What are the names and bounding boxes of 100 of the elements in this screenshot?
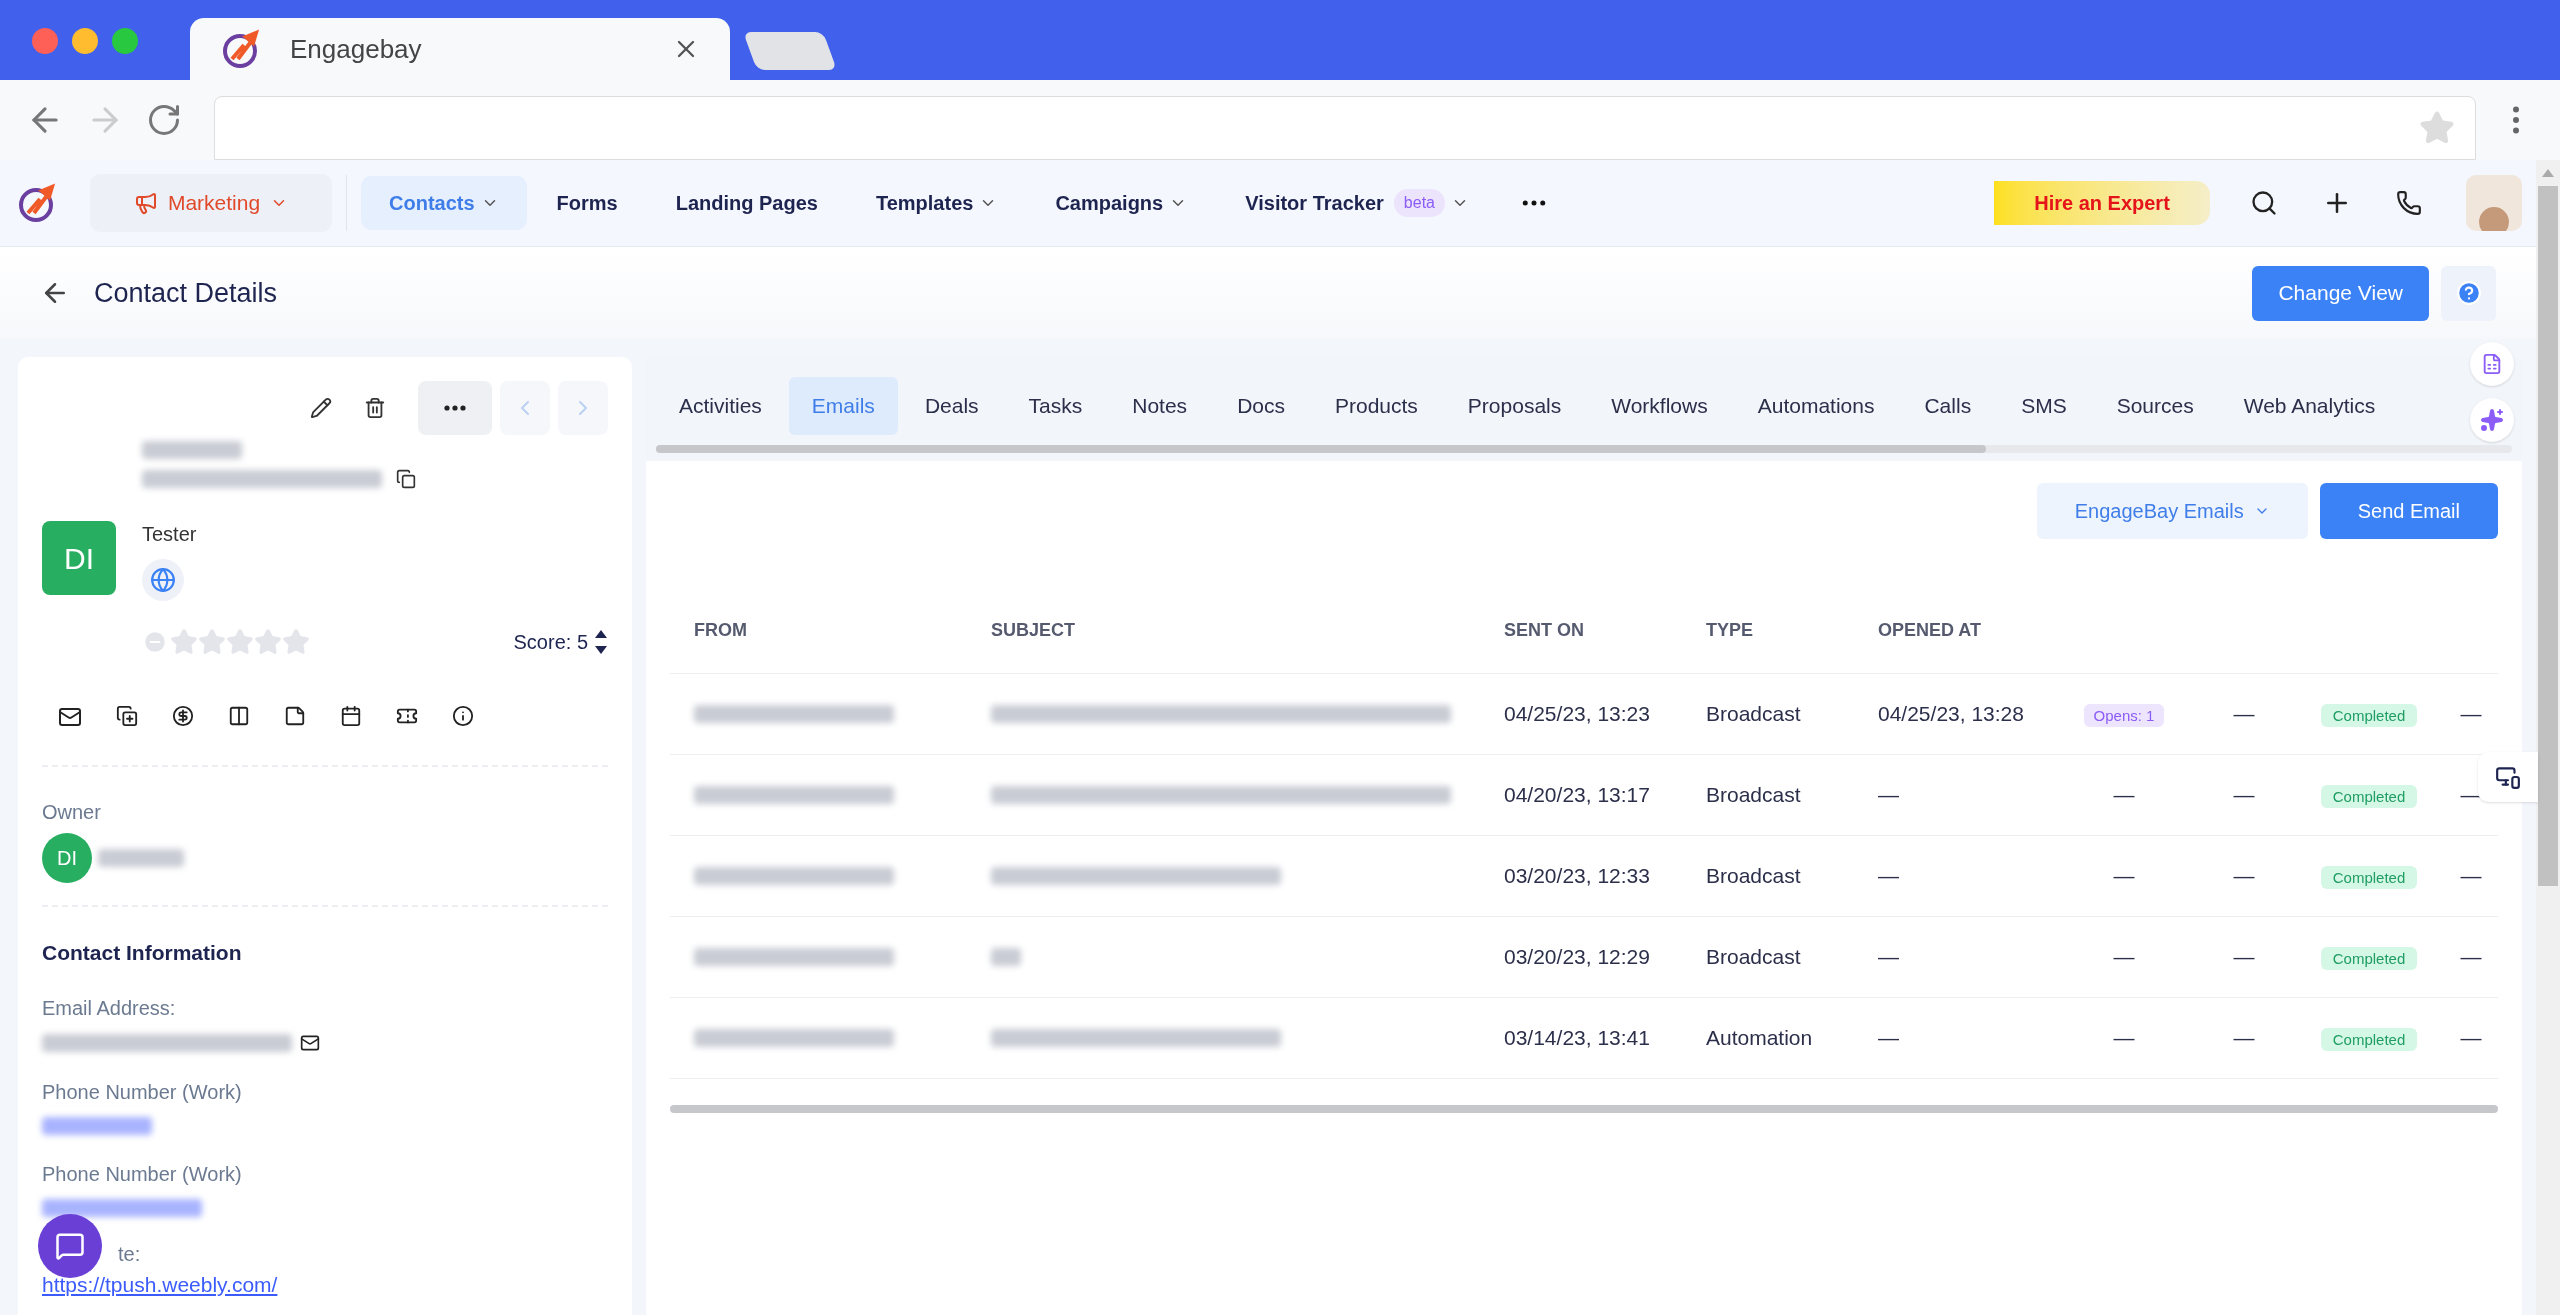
opened-at-cell: 04/25/23, 13:28 (1878, 701, 2024, 725)
detail-tab[interactable]: Automations (1734, 377, 1898, 435)
column-header: SENT ON (1504, 620, 1584, 641)
column-header: SUBJECT (991, 620, 1075, 641)
detail-tab[interactable]: Web Analytics (2220, 377, 2399, 435)
table-cell: — (2460, 1025, 2482, 1049)
globe-icon[interactable] (150, 567, 176, 593)
sent-on-cell: 03/20/23, 12:29 (1504, 944, 1650, 968)
rating-star[interactable] (282, 628, 310, 656)
type-cell: Broadcast (1706, 944, 1801, 968)
field-label: Phone Number (Work) (42, 1079, 242, 1105)
detail-tab[interactable]: Activities (656, 377, 785, 435)
score-stepper-icon[interactable] (594, 628, 608, 656)
more-icon (444, 405, 466, 411)
table-cell: — (2460, 944, 2482, 968)
rating-star[interactable] (254, 628, 282, 656)
table-cell: — (2233, 782, 2255, 806)
nav-item[interactable]: Visitor Tracker beta (1217, 176, 1497, 230)
opens-badge: Opens: 1 (2083, 703, 2165, 727)
opened-at-cell: — (1878, 782, 1899, 806)
opened-at-cell: — (1878, 863, 1899, 887)
nav-item[interactable]: Campaigns (1027, 176, 1216, 230)
owner-avatar: DI (42, 833, 92, 883)
rating-star[interactable] (170, 628, 198, 656)
sparkles-icon (2480, 408, 2504, 432)
nav-item[interactable]: Landing Pages (647, 176, 846, 230)
nav-item[interactable]: Forms (528, 176, 646, 230)
delete-icon[interactable] (364, 397, 386, 419)
send-email-button[interactable]: Send Email (2319, 483, 2498, 539)
detail-tab[interactable]: Tasks (1005, 377, 1106, 435)
horizontal-scrollbar[interactable] (670, 1104, 2498, 1113)
opens-cell: — (2113, 944, 2135, 968)
chat-icon (55, 1231, 85, 1261)
help-button[interactable] (2441, 265, 2496, 321)
tab-title: Engagebay (290, 32, 423, 66)
section-title: Contact Information (42, 940, 243, 966)
rating-star[interactable] (226, 628, 254, 656)
table-cell: — (2233, 863, 2255, 887)
mail-icon[interactable] (58, 705, 82, 729)
contact-role: Tester (142, 522, 198, 547)
bookmark-star-icon[interactable] (2419, 110, 2455, 146)
field-label: te: (118, 1241, 141, 1267)
sent-on-cell: 03/14/23, 13:41 (1504, 1025, 1650, 1049)
document-icon[interactable] (284, 705, 306, 727)
detail-tab[interactable]: Docs (1214, 377, 1308, 435)
detail-tab[interactable]: Notes (1109, 377, 1211, 435)
score-label: Score: 5 (513, 630, 588, 655)
change-view-button[interactable]: Change View (2252, 265, 2429, 321)
detail-tab[interactable]: Deals (901, 377, 1002, 435)
vertical-scrollbar[interactable] (2536, 160, 2560, 1315)
table-cell: — (2233, 944, 2255, 968)
sent-on-cell: 04/20/23, 13:17 (1504, 782, 1650, 806)
module-switcher[interactable]: Marketing (90, 174, 332, 232)
table-cell: — (2460, 701, 2482, 725)
table-cell: — (2233, 701, 2255, 725)
blurred-subject (991, 947, 1021, 966)
detail-tab[interactable]: Calls (1901, 377, 1995, 435)
status-badge: Completed (2320, 865, 2418, 889)
column-header: TYPE (1706, 620, 1753, 641)
copy-icon[interactable] (396, 469, 416, 489)
reload-icon[interactable] (146, 102, 182, 138)
nav-item[interactable]: Templates (847, 176, 1026, 230)
opens-cell: — (2113, 1025, 2135, 1049)
table-cell: — (2460, 782, 2482, 806)
browser-tab[interactable]: Engagebay (190, 18, 730, 80)
add-task-icon[interactable] (116, 705, 138, 727)
status-badge: Completed (2320, 1027, 2418, 1051)
opens-cell: — (2113, 782, 2135, 806)
website-link[interactable]: https://tpush.weebly.com/ (42, 1268, 278, 1300)
search-icon[interactable] (2250, 189, 2278, 217)
status-badge: Completed (2320, 784, 2418, 808)
field-label: Phone Number (Work) (42, 1161, 242, 1187)
phone-icon[interactable] (2396, 190, 2422, 216)
detail-tab[interactable]: Workflows (1588, 377, 1731, 435)
megaphone-icon (133, 191, 158, 215)
page-title: Contact Details (94, 276, 278, 310)
contact-avatar: DI (42, 521, 116, 595)
opened-at-cell: — (1878, 944, 1899, 968)
status-badge: Completed (2320, 703, 2418, 727)
column-header: FROM (694, 620, 747, 641)
calendar-icon[interactable] (340, 705, 362, 727)
detail-tab[interactable]: Sources (2093, 377, 2217, 435)
info-icon[interactable] (452, 705, 474, 727)
hire-expert-button[interactable]: Hire an Expert (1994, 181, 2210, 225)
type-cell: Automation (1706, 1025, 1813, 1049)
user-avatar[interactable] (2466, 175, 2522, 231)
opens-cell: — (2113, 863, 2135, 887)
detail-tab[interactable]: SMS (1998, 377, 2090, 435)
horizontal-scrollbar[interactable] (656, 445, 2512, 453)
sent-on-cell: 03/20/23, 12:33 (1504, 863, 1650, 887)
dollar-icon[interactable] (172, 705, 194, 727)
edit-icon[interactable] (310, 397, 332, 419)
email-source-dropdown[interactable]: EngageBay Emails (2036, 483, 2308, 539)
column-header: OPENED AT (1878, 620, 1981, 641)
status-badge: Completed (2320, 946, 2418, 970)
detail-tab[interactable]: Proposals (1444, 377, 1585, 435)
rating-star[interactable] (198, 628, 226, 656)
type-cell: Broadcast (1706, 782, 1801, 806)
side-devices-button[interactable] (2478, 752, 2538, 802)
detail-tab[interactable]: Products (1312, 377, 1441, 435)
